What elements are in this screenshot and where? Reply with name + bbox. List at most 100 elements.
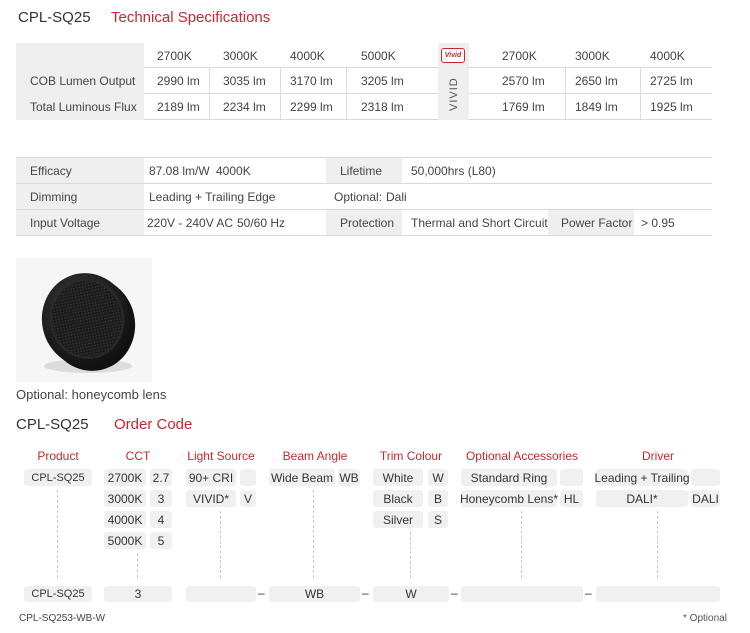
luminous-flux-value: 2189 lm [157,100,200,114]
efficacy-value: 87.08 lm/W [149,163,210,178]
vivid-luminous-flux-value: 1769 lm [502,100,545,114]
order-section-title: Order Code [114,416,193,433]
light-option-code [240,469,256,486]
beam-option-code: WB [338,469,360,486]
connector-line [313,490,314,578]
cct-header: 4000K [290,49,325,63]
optional-footnote: * Optional [683,613,727,624]
cct-option-label: 4000K [104,511,146,528]
accessory-option-code: HL [560,490,583,507]
cct-option-code: 2.7 [150,469,172,486]
tech-header-line [144,67,438,68]
example-accessory [461,586,583,602]
code-separator: – [258,586,265,600]
light-option-code: V [240,490,256,507]
tech-section-title: Technical Specifications [111,9,271,26]
example-code-text: CPL-SQ253-WB-W [19,613,106,624]
tech-col-sep [209,67,210,119]
trim-option-code: S [428,511,448,528]
efficacy-label: Efficacy [30,163,72,178]
cct-option-label: 5000K [104,532,146,549]
tech-row-label: COB Lumen Output [30,74,136,88]
trim-option-code: W [428,469,448,486]
cct-option-label: 3000K [104,490,146,507]
luminous-flux-value: 2318 lm [361,100,404,114]
cct-header: 3000K [223,49,258,63]
example-light [186,586,256,602]
accessory-option-code [560,469,583,486]
tech-mid-line [144,93,438,94]
luminous-flux-value: 2299 lm [290,100,333,114]
driver-option-code: DALI [691,490,720,507]
driver-option-label: DALI* [596,490,688,507]
honeycomb-lens-icon [41,273,136,373]
example-trim: W [373,586,449,602]
efficacy-cct: 4000K [216,163,251,178]
beam-option-label: Wide Beam [269,469,335,486]
vivid-vertical-label: VIVID [448,77,460,111]
vivid-cct-header: 3000K [575,49,610,63]
power-factor-value: > 0.95 [641,215,675,230]
lumen-output-value: 3170 lm [290,74,333,88]
vivid-cct-header: 4000K [650,49,685,63]
light-option-label: 90+ CRI [186,469,236,486]
lens-caption: Optional: honeycomb lens [16,387,167,402]
code-separator: – [451,586,458,600]
example-product: CPL-SQ25 [24,586,92,602]
accessory-option-label: Honeycomb Lens* [459,490,559,507]
tech-bottom-line [144,119,438,120]
vivid-luminous-flux-value: 1925 lm [650,100,693,114]
lumen-output-value: 2990 lm [157,74,200,88]
light-option-label: VIVID* [186,490,236,507]
voltage-label: Input Voltage [30,215,101,230]
vivid-lumen-output-value: 2570 lm [502,74,545,88]
voltage-frequency: 50/60 Hz [237,215,286,230]
optional-label: Optional: [334,189,383,204]
cct-option-code: 5 [150,532,172,549]
trim-option-label: Black [373,490,423,507]
col-header-driver: Driver [642,449,674,463]
tech-col-sep [565,67,566,119]
connector-line [57,490,58,578]
connector-line [521,511,522,578]
trim-option-label: White [373,469,423,486]
connector-line [220,511,221,578]
protection-label: Protection [340,215,395,230]
tech-header-line [469,67,712,68]
dimming-value: Leading + Trailing Edge [149,189,276,204]
tech-col-sep [640,67,641,119]
optional-value: Dali [386,189,407,204]
col-header-accessories: Optional Accessories [465,449,579,463]
col-header-light-source: Light Source [187,449,255,463]
col-header-cct: CCT [125,449,151,463]
vivid-lumen-output-value: 2650 lm [575,74,618,88]
accessory-option-label: Standard Ring [461,469,557,486]
order-model-title: CPL-SQ25 [16,416,89,433]
col-header-trim-colour: Trim Colour [379,449,443,463]
vivid-cct-header: 2700K [502,49,537,63]
protection-value: Thermal and Short Circuit [411,215,548,230]
connector-line [137,553,138,578]
vivid-lumen-output-value: 2725 lm [650,74,693,88]
example-beam: WB [269,586,360,602]
cct-option-code: 4 [150,511,172,528]
tech-model-title: CPL-SQ25 [18,9,91,26]
trim-option-code: B [428,490,448,507]
tech-col-sep [280,67,281,119]
example-cct: 3 [104,586,172,602]
cct-option-code: 3 [150,490,172,507]
col-header-beam-angle: Beam Angle [282,449,348,463]
lifetime-value: 50,000hrs (L80) [411,163,496,178]
spec-bottom-line [16,235,712,236]
lumen-output-value: 3205 lm [361,74,404,88]
connector-line [410,532,411,578]
trim-option-label: Silver [373,511,423,528]
code-separator: – [362,586,369,600]
cct-header: 2700K [157,49,192,63]
product-code-option: CPL-SQ25 [24,469,92,486]
lifetime-label: Lifetime [340,163,383,178]
vivid-badge-icon: Vivid [441,48,465,63]
driver-option-code [691,469,720,486]
honeycomb-lens-image [16,258,152,382]
driver-option-label: Leading + Trailing [594,469,690,486]
